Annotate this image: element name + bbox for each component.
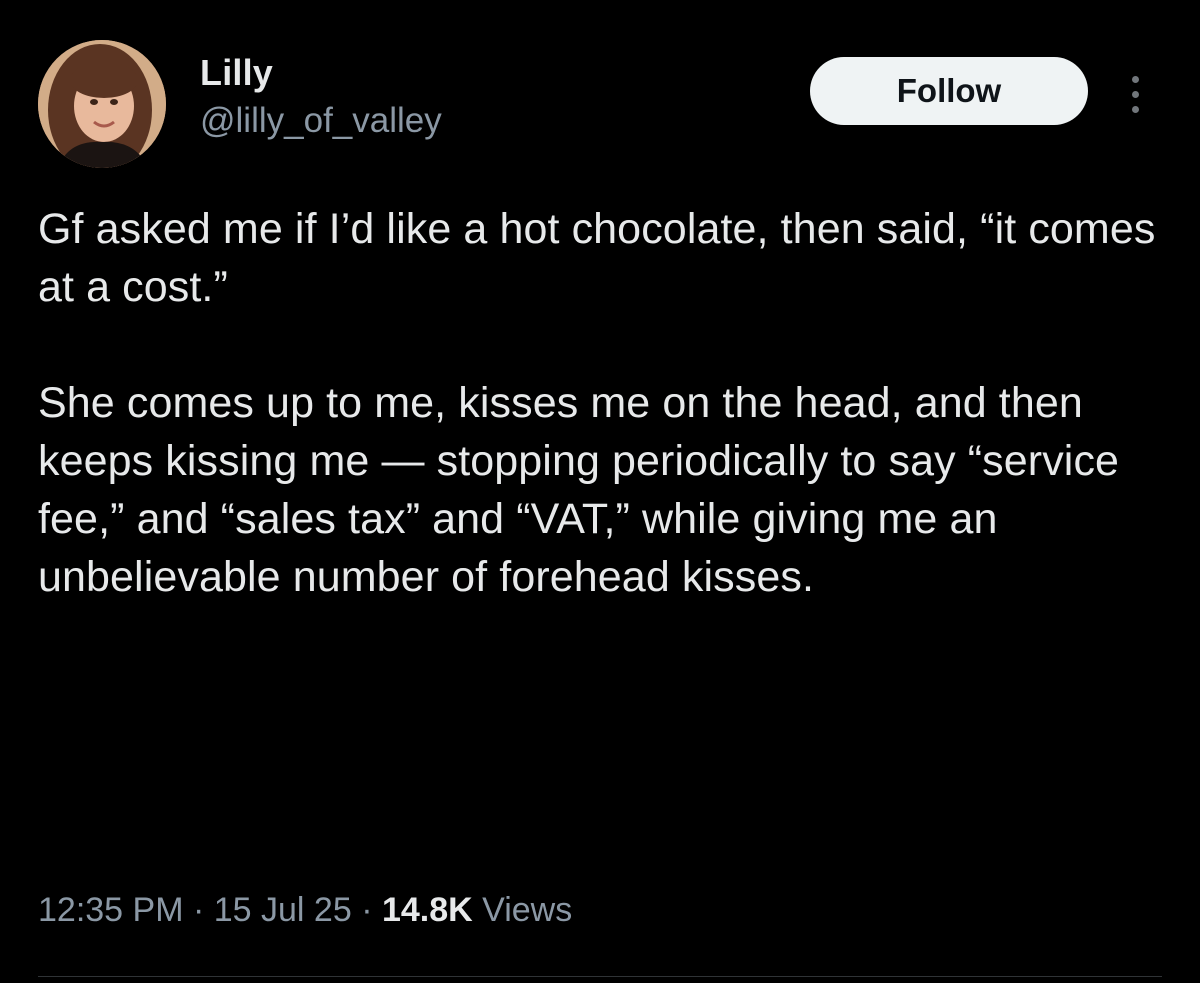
avatar-photo-icon [38, 40, 166, 168]
tweet-time[interactable]: 12:35 PM [38, 891, 184, 929]
more-options-button[interactable] [1120, 66, 1150, 122]
tweet-paragraph: Gf asked me if I’d like a hot chocolate,… [38, 205, 1156, 311]
more-vertical-icon [1131, 105, 1139, 113]
views-label: Views [472, 891, 573, 929]
tweet-paragraph: She comes up to me, kisses me on the hea… [38, 379, 1120, 601]
tweet-text: Gf asked me if I’d like a hot chocolate,… [38, 200, 1168, 606]
more-vertical-icon [1131, 75, 1139, 83]
author-identity: Lilly @lilly_of_valley [200, 52, 442, 142]
more-vertical-icon [1131, 90, 1139, 98]
tweet-card: Lilly @lilly_of_valley Follow Gf asked m… [0, 0, 1200, 983]
tweet-header: Lilly @lilly_of_valley Follow [38, 38, 1162, 168]
tweet-date[interactable]: 15 Jul 25 [214, 891, 352, 929]
divider [38, 976, 1162, 977]
tweet-metadata: 12:35 PM · 15 Jul 25 · 14.8K Views [38, 888, 572, 932]
follow-button[interactable]: Follow [810, 57, 1088, 125]
user-handle[interactable]: @lilly_of_valley [200, 100, 442, 142]
meta-separator: · [183, 891, 214, 929]
meta-separator: · [351, 891, 382, 929]
avatar[interactable] [38, 40, 166, 168]
display-name[interactable]: Lilly [200, 52, 442, 94]
views-count: 14.8K [381, 891, 473, 929]
